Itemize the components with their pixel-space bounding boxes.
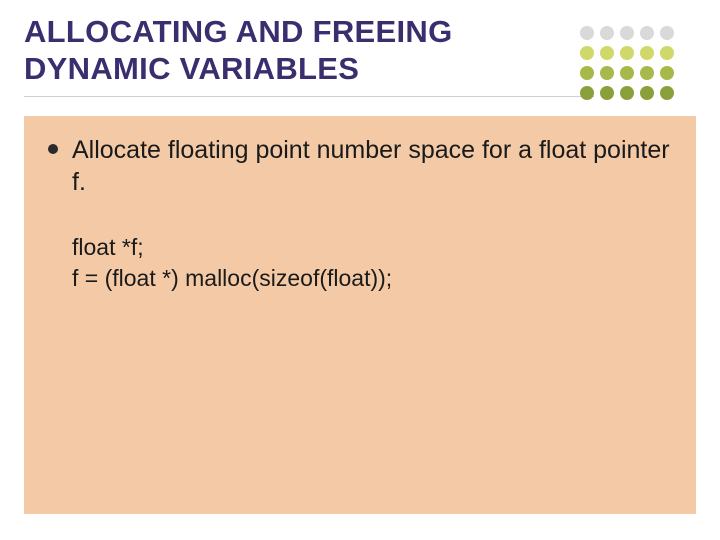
content-box: Allocate floating point number space for… — [24, 116, 696, 514]
decor-dot-icon — [580, 26, 594, 40]
decor-dot-icon — [660, 26, 674, 40]
decor-dot-icon — [640, 46, 654, 60]
code-line-2: f = (float *) malloc(sizeof(float)); — [72, 263, 672, 294]
decor-dot-icon — [580, 46, 594, 60]
decor-dot-icon — [600, 66, 614, 80]
decorative-dot-grid — [580, 26, 700, 104]
code-line-1: float *f; — [72, 232, 672, 263]
decor-dot-icon — [660, 66, 674, 80]
decor-dot-icon — [640, 86, 654, 100]
decor-dot-icon — [620, 66, 634, 80]
bullet-text: Allocate floating point number space for… — [72, 134, 672, 198]
decor-dot-icon — [600, 46, 614, 60]
decor-dot-icon — [640, 66, 654, 80]
decor-dot-icon — [660, 86, 674, 100]
code-block: float *f; f = (float *) malloc(sizeof(fl… — [72, 232, 672, 294]
decor-dot-icon — [580, 86, 594, 100]
bullet-item: Allocate floating point number space for… — [48, 134, 672, 198]
decor-dot-icon — [620, 26, 634, 40]
slide: ALLOCATING AND FREEING DYNAMIC VARIABLES… — [0, 0, 720, 540]
decor-dot-icon — [580, 66, 594, 80]
decor-dot-icon — [660, 46, 674, 60]
decor-dot-icon — [600, 26, 614, 40]
title-underline — [24, 96, 594, 97]
decor-dot-icon — [620, 46, 634, 60]
slide-title: ALLOCATING AND FREEING DYNAMIC VARIABLES — [24, 14, 584, 87]
decor-dot-icon — [640, 26, 654, 40]
decor-dot-icon — [600, 86, 614, 100]
decor-dot-icon — [620, 86, 634, 100]
slide-title-area: ALLOCATING AND FREEING DYNAMIC VARIABLES — [24, 14, 584, 87]
bullet-icon — [48, 144, 58, 154]
